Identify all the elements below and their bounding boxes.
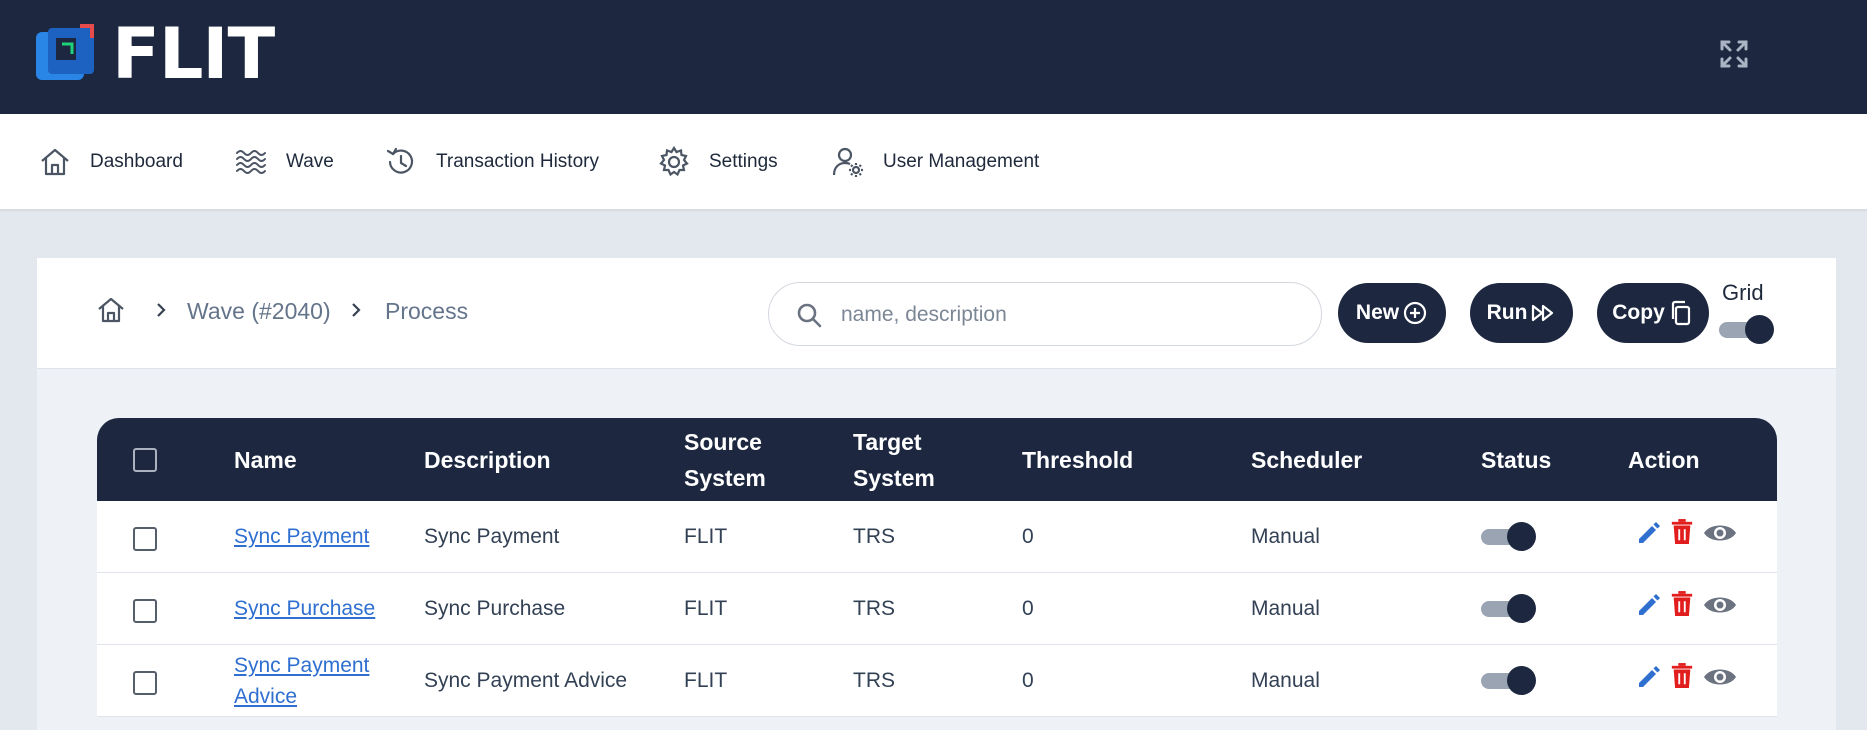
plus-circle-icon: [1403, 301, 1427, 325]
logo-text: FLIT: [112, 13, 275, 95]
process-name-link[interactable]: Sync Purchase: [234, 593, 375, 624]
breadcrumb-home-icon[interactable]: [95, 294, 127, 326]
cell-description: Sync Payment: [424, 525, 560, 548]
column-header-name[interactable]: Name: [234, 442, 297, 478]
delete-icon[interactable]: [1670, 589, 1694, 624]
logo-mark-icon: [36, 24, 94, 84]
row-checkbox[interactable]: [133, 599, 157, 623]
cell-source-system: FLIT: [684, 597, 728, 620]
nav-item-user-management[interactable]: User Management: [831, 144, 1039, 180]
fast-forward-icon: [1532, 304, 1554, 322]
view-icon[interactable]: [1703, 521, 1737, 550]
top-bar: FLIT: [0, 0, 1867, 114]
row-checkbox[interactable]: [133, 671, 157, 695]
nav-label: Wave: [286, 151, 334, 172]
view-icon[interactable]: [1703, 593, 1737, 622]
cell-scheduler: Manual: [1251, 597, 1320, 620]
new-button[interactable]: New: [1338, 283, 1446, 343]
run-button-label: Run: [1486, 301, 1528, 324]
cell-source-system: FLIT: [684, 525, 728, 548]
cell-source-system: FLIT: [684, 669, 728, 692]
cell-target-system: TRS: [853, 669, 895, 692]
cell-threshold: 0: [1022, 597, 1034, 620]
cell-description: Sync Payment Advice: [424, 669, 628, 692]
edit-icon[interactable]: [1635, 663, 1663, 696]
app-logo[interactable]: FLIT: [36, 13, 275, 95]
search-box: [768, 282, 1322, 346]
column-header-description[interactable]: Description: [424, 442, 551, 478]
process-name-link[interactable]: Sync Payment: [234, 521, 369, 552]
history-icon: [386, 147, 414, 174]
user-gear-icon: [832, 147, 863, 177]
process-name-link[interactable]: Sync Payment Advice: [234, 650, 394, 712]
select-all-checkbox[interactable]: [133, 448, 157, 472]
search-icon: [797, 303, 822, 328]
table-row: Sync Purchase Sync Purchase FLIT TRS 0 M…: [97, 573, 1777, 645]
nav-label: Dashboard: [90, 151, 183, 172]
cell-target-system: TRS: [853, 525, 895, 548]
nav-item-wave[interactable]: Wave: [234, 144, 334, 180]
column-header-action: Action: [1628, 447, 1700, 473]
process-table: Name Description Source System Target Sy…: [97, 418, 1777, 717]
table-header: Name Description Source System Target Sy…: [97, 418, 1777, 501]
copy-button[interactable]: Copy: [1597, 283, 1709, 343]
fullscreen-icon[interactable]: [1718, 38, 1750, 70]
new-button-label: New: [1355, 301, 1400, 324]
delete-icon[interactable]: [1670, 661, 1694, 696]
process-panel: Wave (#2040) Process New Run Copy: [37, 258, 1836, 730]
chevron-right-icon: [346, 300, 366, 320]
search-input[interactable]: [841, 293, 1301, 337]
nav-label: User Management: [883, 151, 1040, 172]
cell-target-system: TRS: [853, 597, 895, 620]
edit-icon[interactable]: [1635, 591, 1663, 624]
status-toggle[interactable]: [1481, 593, 1536, 623]
grid-toggle[interactable]: [1719, 314, 1774, 344]
nav-item-transaction-history[interactable]: Transaction History: [384, 144, 599, 180]
breadcrumb-wave[interactable]: Wave (#2040): [187, 298, 331, 325]
edit-icon[interactable]: [1635, 519, 1663, 552]
cell-scheduler: Manual: [1251, 669, 1320, 692]
copy-icon: [1671, 300, 1690, 326]
nav-label: Transaction History: [436, 151, 599, 172]
status-toggle[interactable]: [1481, 665, 1536, 695]
table-row: Sync Payment Sync Payment FLIT TRS 0 Man…: [97, 501, 1777, 573]
run-button[interactable]: Run: [1470, 283, 1573, 343]
cell-threshold: 0: [1022, 669, 1034, 692]
chevron-right-icon: [151, 300, 171, 320]
main-nav: Dashboard Wave Transaction History Setti…: [0, 114, 1867, 210]
nav-label: Settings: [709, 151, 778, 172]
view-icon[interactable]: [1703, 665, 1737, 694]
copy-button-label: Copy: [1612, 301, 1665, 324]
column-header-scheduler[interactable]: Scheduler: [1251, 442, 1362, 478]
cell-threshold: 0: [1022, 525, 1034, 548]
cell-scheduler: Manual: [1251, 525, 1320, 548]
status-toggle[interactable]: [1481, 521, 1536, 551]
breadcrumb-current: Process: [385, 298, 469, 324]
gear-icon: [659, 145, 689, 177]
delete-icon[interactable]: [1670, 517, 1694, 552]
column-header-source-system[interactable]: Source System: [684, 424, 794, 496]
column-header-threshold[interactable]: Threshold: [1022, 442, 1133, 478]
panel-header: Wave (#2040) Process New Run Copy: [37, 258, 1836, 369]
home-icon: [41, 148, 69, 176]
waves-icon: [236, 150, 266, 174]
grid-toggle-label: Grid: [1722, 280, 1764, 305]
column-header-target-system[interactable]: Target System: [853, 424, 963, 496]
column-header-status[interactable]: Status: [1481, 442, 1551, 478]
cell-description: Sync Purchase: [424, 597, 566, 620]
row-checkbox[interactable]: [133, 527, 157, 551]
nav-item-dashboard[interactable]: Dashboard: [38, 144, 183, 180]
nav-item-settings[interactable]: Settings: [657, 144, 778, 180]
table-row: Sync Payment Advice Sync Payment Advice …: [97, 645, 1777, 717]
